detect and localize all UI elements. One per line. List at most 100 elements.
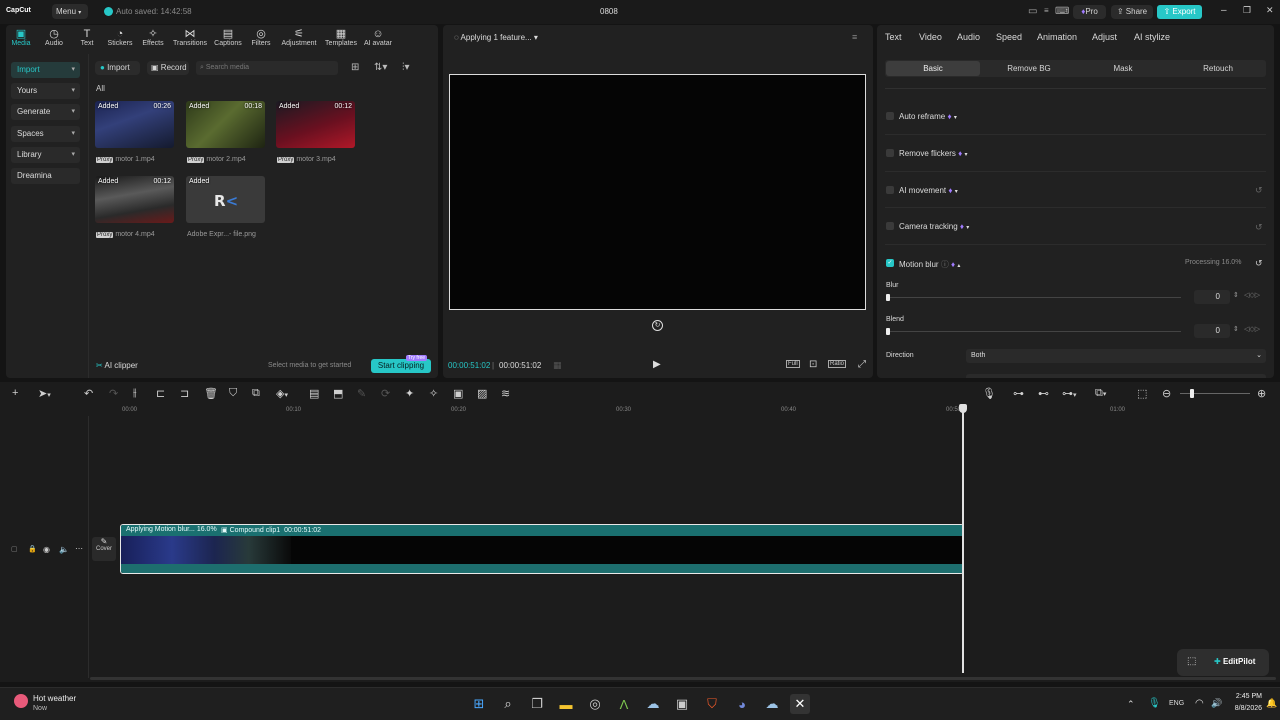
stepper-icon[interactable]: ⇕ (1233, 291, 1239, 299)
play-icon[interactable]: ▶ (653, 359, 661, 370)
sidebar-item-dreamina[interactable]: Dreamina (11, 168, 80, 184)
filter-icon[interactable]: ⫶▾ (402, 62, 410, 73)
more-icon[interactable]: ⋯ (75, 544, 83, 553)
magnet-icon[interactable]: ⊷ (1038, 387, 1049, 400)
cover-button[interactable]: ✎ Cover (92, 537, 116, 561)
app-icon[interactable]: ▣ (672, 694, 692, 714)
timecode-grid-icon[interactable]: ▦ (553, 360, 562, 371)
video-preview[interactable] (449, 74, 866, 310)
motion-blur-checkbox[interactable]: ✓ (886, 259, 894, 267)
start-clipping-button[interactable]: Start clipping (371, 359, 431, 373)
tab-adjustment[interactable]: ⚟ Adjustment (278, 28, 320, 47)
full-quality-button[interactable]: Full (786, 360, 800, 368)
weather-title[interactable]: Hot weather (33, 694, 76, 703)
tab-media[interactable]: ▣ Media (10, 28, 32, 47)
sort-icon[interactable]: ⇅▾ (374, 62, 387, 73)
select-tool-icon[interactable]: ➤▾ (38, 387, 51, 400)
wifi-icon[interactable]: ◠ (1195, 698, 1204, 709)
tab-filters[interactable]: ◎ Filters (249, 28, 273, 47)
tab-text[interactable]: Text (885, 32, 902, 42)
sidebar-item-library[interactable]: Library ▾ (11, 147, 80, 163)
brave-icon[interactable]: ⛉ (702, 694, 722, 714)
sidebar-item-spaces[interactable]: Spaces ▾ (11, 126, 80, 142)
shortcut-icon[interactable]: ≡ (1044, 6, 1049, 15)
crop-icon[interactable]: ⧉ (252, 387, 260, 400)
blend-slider[interactable] (888, 331, 1181, 332)
eye-icon[interactable]: ◉ (43, 545, 50, 554)
start-icon[interactable]: ⊞ (469, 694, 489, 714)
tab-adjust[interactable]: Adjust (1092, 32, 1117, 42)
tab-captions[interactable]: ▤ Captions (212, 28, 244, 47)
keyframe-icon[interactable]: ◁◇▷ (1244, 325, 1260, 333)
auto-reframe-checkbox[interactable] (886, 112, 894, 120)
timeline-ruler[interactable] (90, 404, 1280, 416)
tab-effects[interactable]: ✧ Effects (140, 28, 166, 47)
audio-wave-icon[interactable]: ≋ (501, 387, 510, 400)
media-thumbnail-motor-3[interactable]: Added 00:12 (276, 101, 355, 148)
reset-icon[interactable]: ↺ (1255, 185, 1263, 196)
tab-templates[interactable]: ▦ Templates (322, 28, 360, 47)
playhead-handle[interactable] (959, 404, 967, 413)
image-tool-icon[interactable]: ▨ (477, 387, 487, 400)
player-menu-icon[interactable]: ≡ (852, 32, 857, 42)
pen-icon[interactable]: ✎ (357, 387, 366, 400)
mask-icon[interactable]: ⛉ (229, 387, 237, 400)
notification-icon[interactable]: 🔔 (1266, 698, 1277, 709)
tab-stickers[interactable]: ◔ Stickers (106, 28, 134, 47)
blend-slider-handle[interactable] (886, 328, 890, 335)
zoom-slider-handle[interactable] (1190, 389, 1194, 398)
redo-icon[interactable]: ↷ (109, 387, 118, 400)
fullscreen-icon[interactable]: ⤢ (858, 359, 866, 370)
chrome-icon[interactable]: ◎ (585, 694, 605, 714)
tab-speed[interactable]: Speed (996, 32, 1022, 42)
screenshot-icon[interactable]: ⊡ (809, 359, 817, 370)
layout-icon[interactable]: ▭ (1028, 6, 1037, 17)
subtab-remove-bg[interactable]: Remove BG (982, 61, 1076, 76)
tab-transitions[interactable]: ⋈ Transitions (171, 28, 209, 47)
chevron-up-icon[interactable]: ⌃ (1127, 699, 1135, 710)
remove-flickers-checkbox[interactable] (886, 149, 894, 157)
preview-axis-icon[interactable]: ⧉▾ (1095, 387, 1106, 400)
rotate-tool-icon[interactable]: ⟳ (381, 387, 390, 400)
media-thumbnail-motor-1[interactable]: Added 00:26 (95, 101, 174, 148)
minimize-icon[interactable]: – (1221, 5, 1227, 16)
blur-slider[interactable] (888, 297, 1181, 298)
trim-right-icon[interactable]: ⊐ (180, 387, 189, 400)
zoom-in-icon[interactable]: ⊕ (1257, 387, 1266, 400)
search-icon[interactable]: ⌕ (498, 694, 518, 714)
tab-video[interactable]: Video (919, 32, 942, 42)
tab-audio[interactable]: ◷ Audio (43, 28, 65, 47)
link-icon[interactable]: ⊶ (1013, 387, 1024, 400)
trim-left-icon[interactable]: ⊏ (156, 387, 165, 400)
clock-date[interactable]: 8/8/2026 (1228, 705, 1262, 712)
keyframe-icon[interactable]: ◁◇▷ (1244, 291, 1260, 299)
undo-icon[interactable]: ↶ (84, 387, 93, 400)
zoom-out-icon[interactable]: ⊖ (1162, 387, 1171, 400)
subtab-retouch[interactable]: Retouch (1171, 61, 1265, 76)
microphone-icon[interactable]: 🎙 (982, 387, 996, 400)
blur-value-input[interactable]: 0 (1194, 290, 1230, 304)
caption-tool-icon[interactable]: ▣ (453, 387, 463, 400)
add-track-icon[interactable]: + (12, 387, 18, 399)
restore-icon[interactable]: ❐ (1243, 5, 1251, 16)
tab-ai-avatar[interactable]: ☺ AI avatar (361, 28, 395, 47)
rotate-icon[interactable]: ↻ (652, 320, 663, 331)
ai-tool-icon[interactable]: ✦ (405, 387, 414, 400)
search-input[interactable]: ⌕ Search media (196, 61, 338, 75)
grid-view-icon[interactable]: ⊞ (351, 62, 359, 73)
ai-clipper[interactable]: ✂ AI clipper (96, 361, 138, 370)
tab-ai-stylize[interactable]: AI stylize (1134, 32, 1170, 42)
split-icon[interactable]: ⫲ (133, 387, 137, 400)
reset-icon[interactable]: ↺ (1255, 258, 1263, 269)
steam-icon[interactable]: ☁ (762, 694, 782, 714)
sidebar-item-generate[interactable]: Generate ▾ (11, 104, 80, 120)
mirror-icon[interactable]: ⬒ (333, 387, 343, 400)
capcut-icon[interactable]: ✕ (790, 694, 810, 714)
compound-clip[interactable]: Applying Motion blur... 16.0% ▣ Compound… (120, 524, 964, 574)
task-view-icon[interactable]: ❐ (527, 694, 547, 714)
magic-icon[interactable]: ✧ (429, 387, 438, 400)
tab-animation[interactable]: Animation (1037, 32, 1077, 42)
pro-button[interactable]: ♦Pro (1073, 5, 1106, 19)
steam-icon[interactable]: ☁ (643, 694, 663, 714)
snap-icon[interactable]: ⊶▾ (1062, 387, 1077, 400)
